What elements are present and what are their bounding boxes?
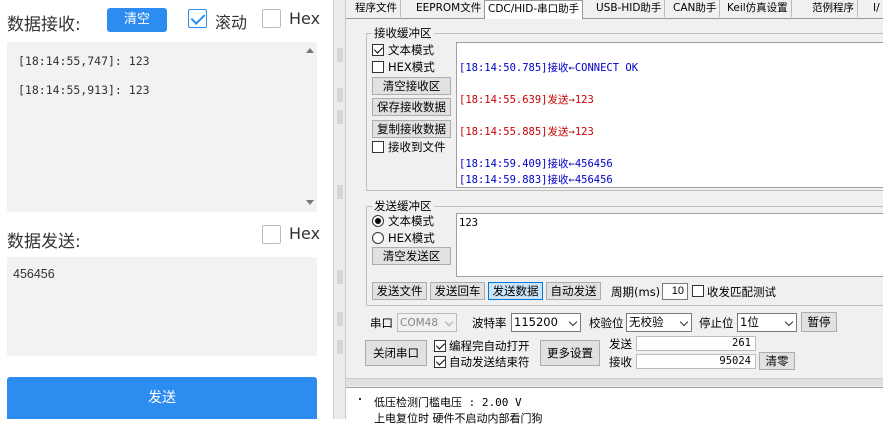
output-line: 上电复位时 硬件不启动内部看门狗 — [374, 412, 543, 425]
send-buffer-title: 发送缓冲区 — [372, 198, 434, 214]
copy-receive-button[interactable]: 复制接收数据 — [372, 120, 451, 138]
auto-open-checkbox[interactable] — [434, 340, 446, 352]
baud-select[interactable]: 115200 — [511, 313, 581, 332]
scroll-checkbox[interactable] — [188, 9, 207, 28]
log-line-receive: [18:14:50.785]接收←CONNECT OK — [459, 62, 639, 74]
clear-send-button[interactable]: 清空发送区 — [372, 247, 451, 265]
clear-count-button[interactable]: 清零 — [759, 352, 795, 370]
pause-button[interactable]: 暂停 — [801, 312, 837, 332]
parity-select[interactable]: 无校验 — [626, 313, 692, 332]
baud-value: 115200 — [514, 315, 558, 329]
splitter[interactable] — [346, 378, 883, 386]
save-receive-button[interactable]: 保存接收数据 — [372, 98, 451, 116]
parity-label: 校验位 — [589, 316, 624, 330]
recv-count-value: 95024 — [636, 354, 756, 369]
send-hex-mode-radio[interactable] — [372, 232, 384, 244]
receive-scrollbar[interactable] — [303, 42, 317, 212]
send-hex-mode-label: HEX模式 — [388, 231, 435, 245]
baud-label: 波特率 — [472, 316, 507, 330]
scroll-up-arrow-icon[interactable] — [306, 48, 314, 53]
send-data-button[interactable]: 发送数据 — [488, 282, 543, 300]
tab-keil-sim[interactable]: Keil仿真设置 — [724, 0, 792, 17]
port-value: COM48 — [400, 317, 439, 329]
clear-receive-button[interactable]: 清空接收区 — [372, 77, 451, 95]
port-select[interactable]: COM48 — [397, 313, 457, 332]
close-port-button[interactable]: 关闭串口 — [365, 340, 427, 366]
receive-textarea[interactable]: [18:14:55,747]: 123 [18:14:55,913]: 123 — [7, 42, 317, 212]
log-line-receive: [18:14:59.409]接收←456456 — [459, 158, 613, 170]
send-textarea[interactable]: 456456 — [7, 257, 317, 356]
auto-open-label: 编程完自动打开 — [449, 339, 530, 353]
auto-send-end-label: 自动发送结束符 — [449, 355, 530, 369]
auto-send-end-checkbox[interactable] — [434, 356, 446, 368]
hex-label: Hex — [289, 9, 321, 28]
send-hex-label: Hex — [289, 224, 321, 243]
hex-mode-label: HEX模式 — [388, 60, 435, 74]
stop-bits-value: 1位 — [740, 315, 759, 329]
divider-tick — [337, 270, 343, 284]
tab-examples[interactable]: 范例程序 — [809, 0, 858, 17]
divider-tick — [337, 185, 343, 199]
send-text-mode-radio[interactable] — [372, 215, 384, 227]
tab-cdc-hid-serial[interactable]: CDC/HID-串口助手 — [484, 0, 584, 19]
hex-checkbox[interactable] — [262, 9, 281, 28]
scroll-label: 滚动 — [215, 13, 248, 32]
period-label: 周期(ms) — [611, 285, 661, 299]
send-label: 数据发送: — [7, 232, 81, 252]
clear-button[interactable]: 清空 — [107, 8, 167, 32]
divider-tick — [337, 88, 343, 102]
receive-buffer-title: 接收缓冲区 — [372, 25, 434, 41]
serial-tool-left-panel: 数据接收: 清空 滚动 Hex [18:14:55,747]: 123 [18:… — [0, 0, 330, 419]
send-button[interactable]: 发送 — [7, 377, 317, 419]
hex-mode-checkbox[interactable] — [372, 61, 384, 73]
parity-value: 无校验 — [629, 315, 664, 329]
recv-count-label: 接收 — [609, 355, 632, 369]
period-input[interactable]: 10 — [662, 283, 688, 300]
auto-send-button[interactable]: 自动发送 — [546, 282, 601, 300]
text-mode-checkbox[interactable] — [372, 44, 384, 56]
match-test-checkbox[interactable] — [692, 285, 704, 297]
divider-tick — [337, 312, 343, 326]
stc-isp-panel: 程序文件 EEPROM文件 CDC/HID-串口助手 USB-HID助手 CAN… — [345, 0, 883, 425]
send-input-box[interactable]: 123 — [456, 213, 883, 277]
receive-line: [18:14:55,747]: 123 — [18, 54, 150, 68]
tab-eeprom-file[interactable]: EEPROM文件 — [413, 0, 486, 17]
output-line: 低压检测门槛电压 : 2.00 V — [374, 396, 522, 409]
sent-count-label: 发送 — [609, 337, 632, 351]
log-line-send: [18:14:55.885]发送→123 — [459, 126, 594, 138]
log-line-send: [18:14:55.639]发送→123 — [459, 94, 594, 106]
match-test-label: 收发匹配测试 — [707, 285, 776, 299]
tab-io[interactable]: I/ — [870, 0, 883, 17]
divider-tick — [337, 110, 343, 124]
send-file-button[interactable]: 发送文件 — [372, 282, 427, 300]
send-input-value: 123 — [459, 217, 478, 229]
receive-line: [18:14:55,913]: 123 — [18, 83, 150, 97]
send-text-value: 456456 — [13, 267, 55, 281]
tab-program-file[interactable]: 程序文件 — [352, 0, 401, 17]
tab-bar: 程序文件 EEPROM文件 CDC/HID-串口助手 USB-HID助手 CAN… — [346, 0, 883, 19]
tab-can[interactable]: CAN助手 — [670, 0, 721, 17]
send-enter-button[interactable]: 发送回车 — [430, 282, 485, 300]
text-mode-label: 文本模式 — [388, 43, 434, 57]
scroll-down-arrow-icon[interactable] — [306, 200, 314, 205]
bullet-dot — [359, 398, 361, 400]
sent-count-value: 261 — [636, 336, 756, 351]
tab-usb-hid[interactable]: USB-HID助手 — [593, 0, 666, 17]
receive-label: 数据接收: — [7, 15, 81, 35]
receive-log-box[interactable]: [18:14:50.785]接收←CONNECT OK [18:14:55.63… — [456, 42, 883, 188]
output-box[interactable]: 低压检测门槛电压 : 2.00 V 上电复位时 硬件不启动内部看门狗 — [346, 387, 883, 425]
send-text-mode-label: 文本模式 — [388, 214, 434, 228]
divider-tick — [337, 340, 343, 354]
receive-to-file-label: 接收到文件 — [388, 140, 446, 154]
stop-bits-label: 停止位 — [699, 316, 734, 330]
stop-bits-select[interactable]: 1位 — [737, 313, 797, 332]
port-label: 串口 — [370, 316, 393, 330]
window-divider — [333, 0, 345, 419]
receive-to-file-checkbox[interactable] — [372, 141, 384, 153]
more-settings-button[interactable]: 更多设置 — [540, 340, 600, 366]
log-line-receive: [18:14:59.883]接收←456456 — [459, 174, 613, 186]
send-hex-checkbox[interactable] — [262, 225, 281, 244]
divider-tick — [337, 48, 343, 62]
